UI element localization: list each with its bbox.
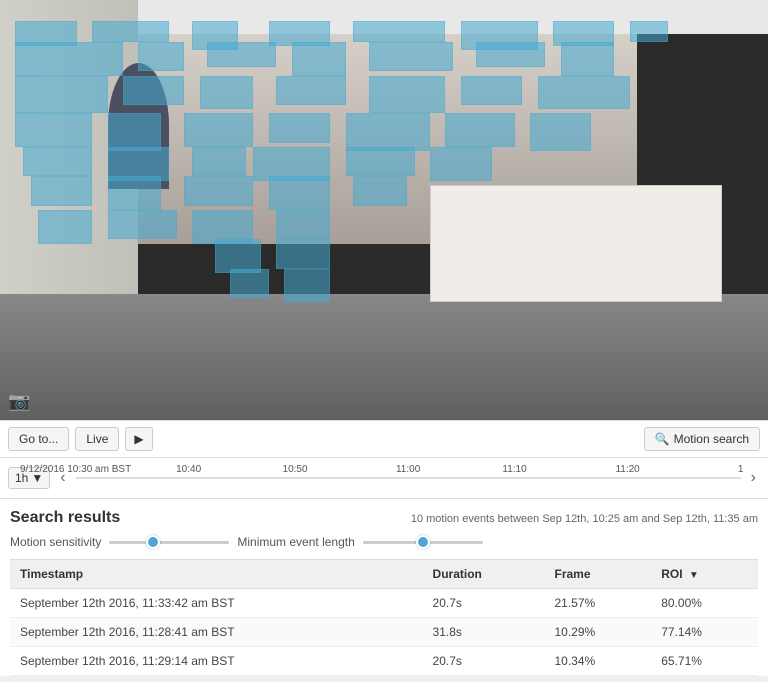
- search-results-title: Search results: [10, 509, 120, 527]
- table-row[interactable]: September 12th 2016, 11:28:41 am BST31.8…: [10, 618, 758, 647]
- timeline-tick: 1: [738, 464, 744, 475]
- room-floor: [0, 294, 768, 420]
- timeline-tick: 10:50: [283, 464, 308, 475]
- camera-icon: 📷: [8, 391, 30, 412]
- desk-table: [430, 185, 722, 303]
- motion-sensitivity-label: Motion sensitivity: [10, 535, 101, 549]
- timeline-tick: 11:20: [615, 464, 639, 475]
- motion-block: [215, 239, 261, 273]
- cell-timestamp: September 12th 2016, 11:33:42 am BST: [10, 589, 423, 618]
- goto-button[interactable]: Go to...: [8, 427, 69, 451]
- cell-roi: 65.71%: [651, 647, 758, 676]
- cell-frame: 21.57%: [544, 589, 651, 618]
- cell-timestamp: September 12th 2016, 11:29:14 am BST: [10, 647, 423, 676]
- col-header-duration: Duration: [423, 560, 545, 589]
- play-button[interactable]: ▶: [125, 427, 152, 451]
- timeline-track[interactable]: 9/12/2016 10:30 am BST10:4010:5011:0011:…: [76, 464, 741, 492]
- motion-block: [276, 239, 330, 268]
- motion-sensitivity-slider[interactable]: [109, 541, 229, 544]
- timeline-tick: 10:40: [176, 464, 201, 475]
- timeline-tick: 9/12/2016 10:30 am BST: [20, 464, 131, 475]
- motion-search-button[interactable]: 🔍 Motion search: [644, 427, 760, 451]
- timeline-ticks: 9/12/2016 10:30 am BST10:4010:5011:0011:…: [76, 464, 741, 492]
- person-silhouette: [108, 63, 169, 189]
- video-player: 📷: [0, 0, 768, 420]
- min-event-slider[interactable]: [363, 541, 483, 544]
- controls-left: Go to... Live ▶: [8, 427, 153, 451]
- timeline-next-button[interactable]: ›: [747, 469, 760, 487]
- table-body: September 12th 2016, 11:33:42 am BST20.7…: [10, 589, 758, 676]
- search-results-section: Search results 10 motion events between …: [0, 499, 768, 676]
- cell-duration: 20.7s: [423, 647, 545, 676]
- cell-roi: 80.00%: [651, 589, 758, 618]
- sort-arrow-icon: ▼: [689, 570, 699, 581]
- results-table: Timestamp Duration Frame ROI ▼ September…: [10, 559, 758, 676]
- live-button[interactable]: Live: [75, 427, 119, 451]
- cell-frame: 10.34%: [544, 647, 651, 676]
- table-row[interactable]: September 12th 2016, 11:29:14 am BST20.7…: [10, 647, 758, 676]
- motion-search-label: Motion search: [674, 432, 749, 446]
- timeline-tick: 11:10: [502, 464, 526, 475]
- cell-duration: 31.8s: [423, 618, 545, 647]
- table-header: Timestamp Duration Frame ROI ▼: [10, 560, 758, 589]
- cell-timestamp: September 12th 2016, 11:28:41 am BST: [10, 618, 423, 647]
- min-event-label: Minimum event length: [237, 535, 354, 549]
- main-container: 📷 Go to... Live ▶ 🔍 Motion search 1h ▼ ‹…: [0, 0, 768, 676]
- search-results-info: 10 motion events between Sep 12th, 10:25…: [411, 513, 758, 525]
- search-results-header: Search results 10 motion events between …: [10, 509, 758, 527]
- col-header-frame: Frame: [544, 560, 651, 589]
- controls-bar: Go to... Live ▶ 🔍 Motion search: [0, 420, 768, 458]
- cell-frame: 10.29%: [544, 618, 651, 647]
- cell-roi: 77.14%: [651, 618, 758, 647]
- col-header-timestamp: Timestamp: [10, 560, 423, 589]
- timeline-container: 1h ▼ ‹ 9/12/2016 10:30 am BST10:4010:501…: [0, 458, 768, 499]
- search-icon: 🔍: [655, 432, 670, 446]
- table-header-row: Timestamp Duration Frame ROI ▼: [10, 560, 758, 589]
- col-header-roi[interactable]: ROI ▼: [651, 560, 758, 589]
- timeline-tick: 11:00: [396, 464, 420, 475]
- cell-duration: 20.7s: [423, 589, 545, 618]
- table-row[interactable]: September 12th 2016, 11:33:42 am BST20.7…: [10, 589, 758, 618]
- sensitivity-row: Motion sensitivity Minimum event length: [10, 535, 758, 549]
